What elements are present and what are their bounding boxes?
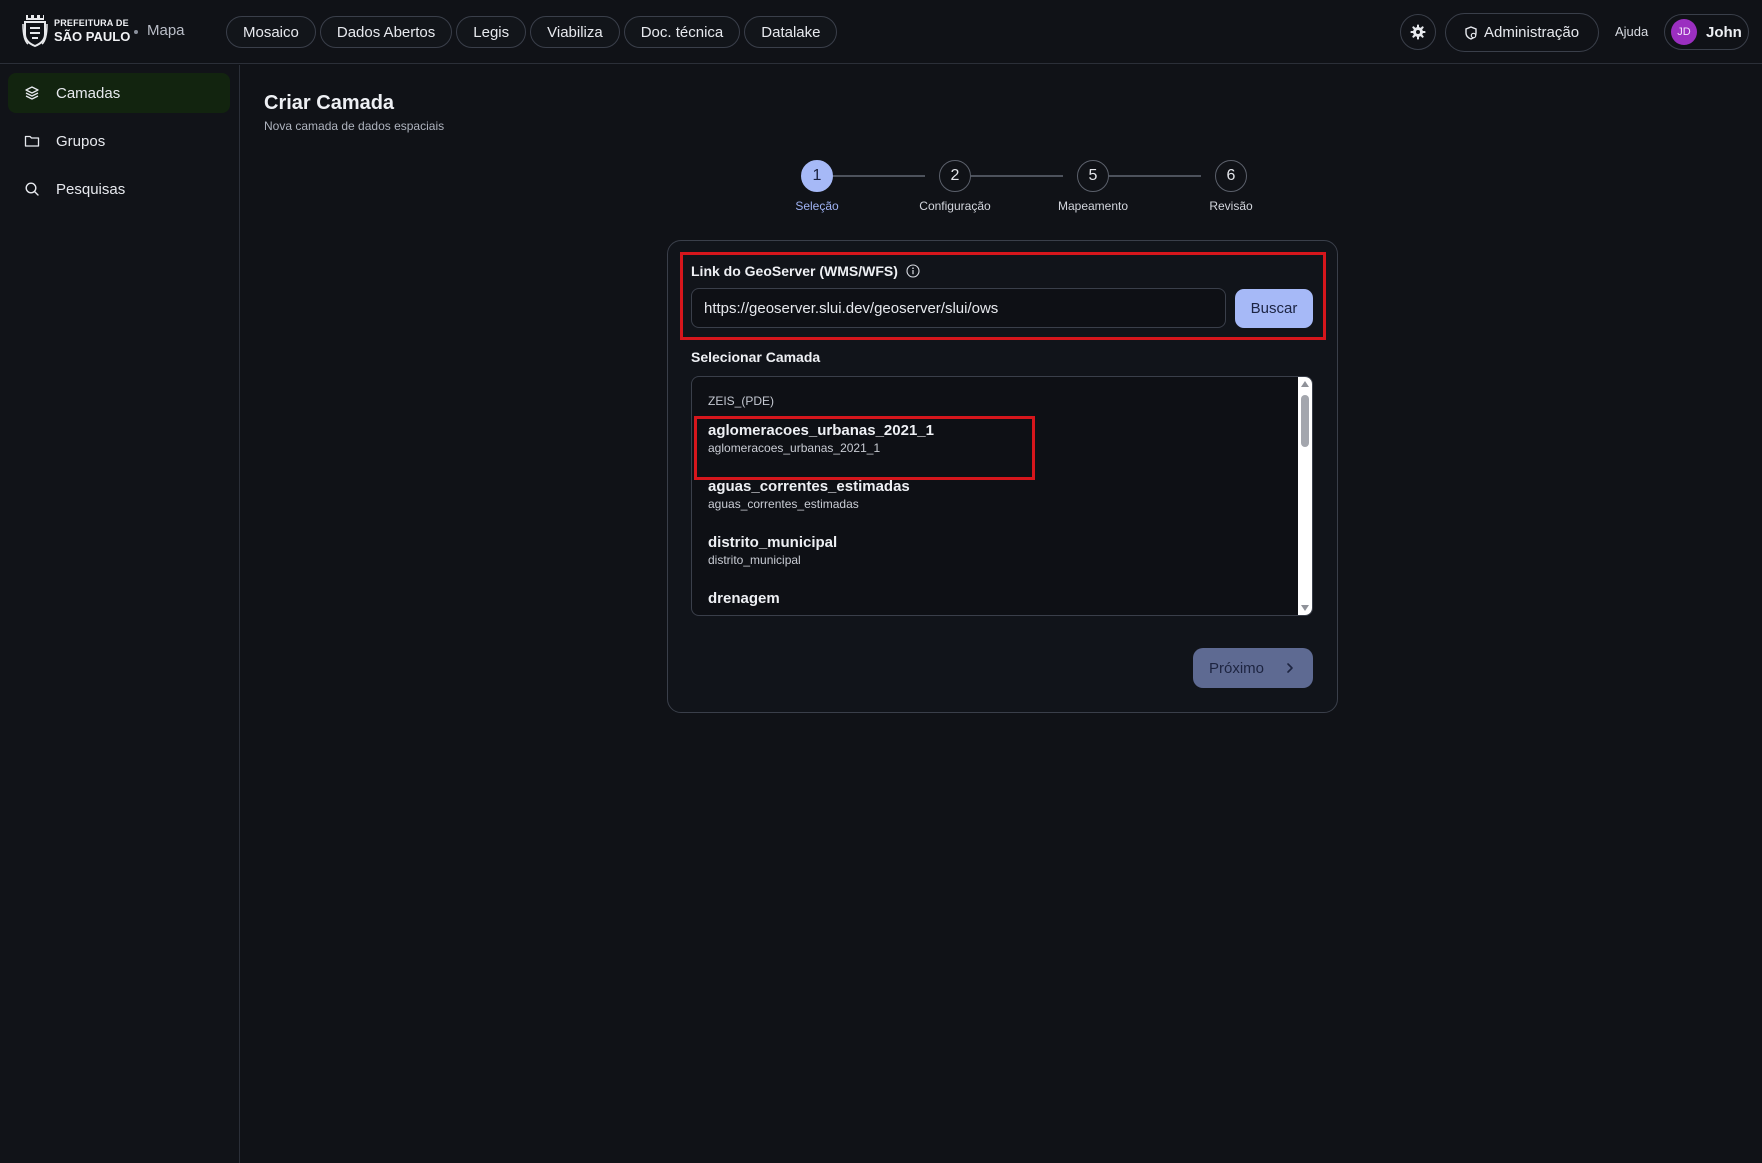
step-label: Configuração (919, 199, 991, 213)
layer-name: aglomeracoes_urbanas_2021_1 (708, 441, 881, 455)
nav-datalake[interactable]: Datalake (744, 16, 838, 48)
user-menu[interactable]: JD John (1664, 14, 1749, 50)
scroll-down-arrow-icon[interactable] (1301, 605, 1309, 611)
admin-button[interactable]: Administração (1445, 13, 1599, 52)
avatar: JD (1671, 19, 1697, 45)
sidebar-item-grupos[interactable]: Grupos (8, 121, 230, 161)
chevron-right-icon (1287, 663, 1293, 673)
geoserver-url-label-text: Link do GeoServer (WMS/WFS) (691, 263, 898, 279)
nav-mosaico[interactable]: Mosaico (226, 16, 316, 48)
step-number: 1 (801, 160, 833, 192)
sidebar-item-label: Grupos (56, 132, 106, 150)
layer-group-header: ZEIS_(PDE) (708, 394, 775, 408)
info-icon[interactable] (906, 264, 920, 278)
scroll-thumb[interactable] (1301, 395, 1309, 447)
scroll-up-arrow-icon[interactable] (1301, 381, 1309, 387)
brand-separator (134, 30, 138, 34)
nav-doc-tecnica[interactable]: Doc. técnica (623, 16, 741, 48)
layers-icon (24, 85, 40, 101)
nav-viabiliza[interactable]: Viabiliza (530, 16, 620, 48)
layer-list[interactable]: ZEIS_(PDE) aglomeracoes_urbanas_2021_1 a… (691, 376, 1313, 616)
user-name: John (1706, 23, 1742, 41)
step-mapeamento[interactable]: 5 Mapeamento (1048, 160, 1138, 213)
step-number: 5 (1077, 160, 1109, 192)
list-item[interactable]: drenagem (708, 590, 780, 609)
stepper: 1 Seleção 2 Configuração 5 Mapeamento 6 … (770, 160, 1253, 220)
page-subtitle: Nova camada de dados espaciais (264, 119, 445, 133)
brand-logo[interactable]: PREFEITURA DE SÃO PAULO (22, 14, 130, 48)
step-label: Seleção (795, 199, 839, 213)
sidebar-item-label: Pesquisas (56, 180, 126, 198)
geoserver-url-label: Link do GeoServer (WMS/WFS) (691, 263, 920, 279)
next-button-label: Próximo (1209, 659, 1265, 677)
city-crest-icon (22, 15, 48, 48)
step-revisao[interactable]: 6 Revisão (1186, 160, 1276, 213)
gear-icon (1410, 24, 1426, 40)
sidebar-item-label: Camadas (56, 84, 121, 102)
brand-line-2: SÃO PAULO (54, 29, 131, 44)
search-button[interactable]: Buscar (1235, 289, 1313, 328)
next-button[interactable]: Próximo (1193, 648, 1313, 688)
search-icon (24, 181, 40, 197)
step-label: Revisão (1209, 199, 1253, 213)
admin-label: Administração (1484, 24, 1580, 41)
app-name: Mapa (147, 22, 185, 39)
help-link[interactable]: Ajuda (1615, 24, 1648, 39)
brand-line-1: PREFEITURA DE (54, 18, 129, 28)
layer-title: aglomeracoes_urbanas_2021_1 (708, 422, 934, 439)
layer-title: drenagem (708, 590, 780, 607)
step-number: 6 (1215, 160, 1247, 192)
list-item[interactable]: aglomeracoes_urbanas_2021_1 aglomeracoes… (708, 422, 934, 455)
step-number: 2 (939, 160, 971, 192)
settings-button[interactable] (1400, 14, 1436, 50)
layer-title: aguas_correntes_estimadas (708, 478, 910, 495)
top-bar: PREFEITURA DE SÃO PAULO Mapa Mosaico Dad… (0, 0, 1762, 64)
list-item[interactable]: aguas_correntes_estimadas aguas_corrente… (708, 478, 910, 511)
sidebar-item-camadas[interactable]: Camadas (8, 73, 230, 113)
layer-title: distrito_municipal (708, 534, 838, 551)
select-layer-label: Selecionar Camada (691, 349, 821, 365)
sidebar-item-pesquisas[interactable]: Pesquisas (8, 169, 230, 209)
step-configuracao[interactable]: 2 Configuração (910, 160, 1000, 213)
layer-name: aguas_correntes_estimadas (708, 497, 859, 511)
folder-icon (24, 133, 40, 149)
nav-dados-abertos[interactable]: Dados Abertos (319, 16, 453, 48)
layer-name: distrito_municipal (708, 553, 801, 567)
shield-gear-icon (1465, 25, 1477, 40)
sidebar: Camadas Grupos Pesquisas (0, 65, 240, 1163)
top-nav: Mosaico Dados Abertos Legis Viabiliza Do… (226, 16, 841, 48)
list-item[interactable]: distrito_municipal distrito_municipal (708, 534, 837, 567)
geoserver-url-input[interactable] (691, 288, 1226, 328)
nav-legis[interactable]: Legis (456, 16, 527, 48)
step-selecao[interactable]: 1 Seleção (772, 160, 862, 213)
step-label: Mapeamento (1057, 199, 1129, 213)
page-title: Criar Camada (264, 92, 395, 114)
list-scrollbar[interactable] (1298, 377, 1312, 615)
